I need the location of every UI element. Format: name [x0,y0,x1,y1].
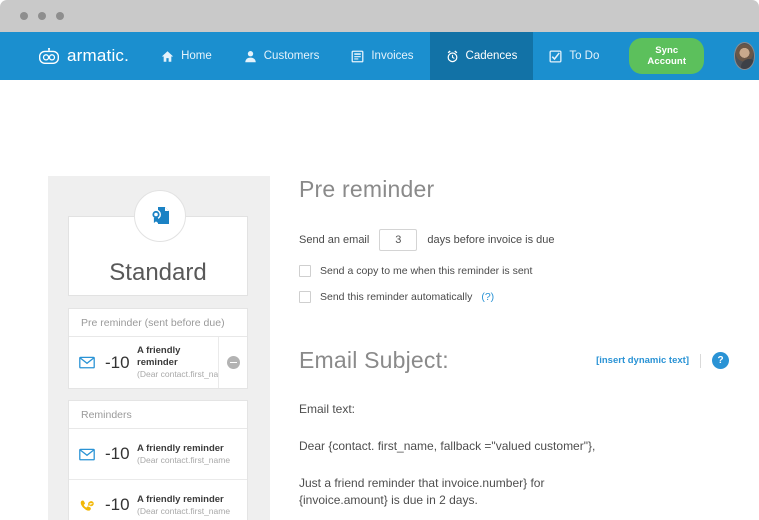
plan-badge [134,190,186,242]
row-title: A friendly reminder [137,442,224,454]
user-menu[interactable]: Max Golovnia [718,32,759,80]
person-icon [245,50,256,62]
send-auto-checkbox[interactable] [299,291,311,303]
nav-label-home: Home [181,50,212,62]
window-titlebar [0,0,759,32]
row-icon-wrap [69,448,105,461]
group-pre-reminder: Pre reminder (sent before due) -10 A fri… [68,308,248,389]
email-paragraph: Just a friend reminder that invoice.numb… [299,476,545,507]
list-item[interactable]: -10 A friendly reminder (Dear contact.fi… [69,480,247,520]
avatar [734,42,756,70]
tools-divider [700,353,701,368]
row-icon-wrap [69,499,105,512]
window-minimize-dot[interactable] [38,12,46,20]
send-copy-checkbox[interactable] [299,265,311,277]
row-text: A friendly reminder (Dear contact.first_… [137,443,247,466]
row-subtitle: (Dear contact.first_name [137,454,231,465]
remove-reminder-button[interactable] [218,337,247,388]
row-icon-wrap [69,356,105,369]
row-title: A friendly reminder [137,345,181,368]
alarm-clock-icon [447,50,457,62]
detail-panel: Pre reminder Send an email days before i… [299,176,729,520]
row-days: -10 [105,444,130,463]
sync-account-button[interactable]: Sync Account [629,38,705,74]
plan-name: Standard [109,259,207,286]
email-body[interactable]: Email text: Dear {contact. first_name, f… [299,401,729,520]
insert-dynamic-text-link[interactable]: [insert dynamic text] [596,355,689,366]
nav-label-customers: Customers [263,50,320,62]
invoice-icon [351,50,364,62]
email-subject-header: Email Subject: [insert dynamic text] ? [299,347,729,374]
help-icon[interactable]: ? [712,352,729,369]
group-header-pre-reminder: Pre reminder (sent before due) [69,309,247,337]
brand-name: armatic. [67,46,130,65]
email-subject-title: Email Subject: [299,347,449,373]
send-copy-row[interactable]: Send a copy to me when this reminder is … [299,265,729,277]
email-paragraph: Dear {contact. first_name, fallback ="va… [299,439,596,453]
send-prefix-label: Send an email [299,234,370,246]
row-days: -10 [105,352,130,372]
page-title: Pre reminder [299,176,435,202]
row-title: A friendly reminder [137,493,224,505]
checkbox-task-icon [549,49,562,63]
minus-circle-icon [226,356,240,369]
window-maximize-dot[interactable] [56,12,64,20]
send-email-setting: Send an email days before invoice is due [299,229,729,251]
subject-tools: [insert dynamic text] ? [596,352,729,369]
days-before-input[interactable] [379,229,418,251]
list-item[interactable]: -10 A friendly reminder (Dear contact.fi… [69,337,247,388]
list-item[interactable]: -10 A friendly reminder (Dear contact.fi… [69,429,247,480]
email-text-label: Email text: [299,402,356,416]
nav-item-invoices[interactable]: Invoices [335,32,429,80]
main-navbar: armatic. Home Customers Invoices Cadence… [0,32,759,80]
row-days: -10 [105,495,130,514]
window-controls [20,12,64,20]
app-root: armatic. Home Customers Invoices Cadence… [0,0,759,520]
nav-item-todo[interactable]: To Do [533,32,615,80]
brand-logo-link[interactable]: armatic. [0,32,145,80]
page-content: Standard Pre reminder (sent before due) [0,80,759,520]
group-reminders: Reminders -10 A friendly reminder (Dear … [68,400,248,520]
send-auto-label: Send this reminder automatically [320,291,473,303]
window-close-dot[interactable] [20,12,28,20]
nav-item-home[interactable]: Home [145,32,228,80]
home-icon [161,50,174,62]
send-auto-row[interactable]: Send this reminder automatically (?) [299,291,729,303]
row-text: A friendly reminder (Dear contact.first_… [137,494,247,517]
email-envelope-icon [79,448,95,460]
nav-label-invoices: Invoices [371,50,414,62]
row-text: A friendly reminder (Dear contact.first_… [137,345,218,380]
send-suffix-label: days before invoice is due [427,234,555,246]
robot-logo-icon [39,47,59,64]
nav-label-cadences: Cadences [465,50,518,62]
group-header-reminders: Reminders [69,401,247,429]
sync-account-wrap: Sync Account [615,32,718,80]
nav-item-customers[interactable]: Customers [228,32,336,80]
send-copy-label: Send a copy to me when this reminder is … [320,265,533,277]
row-subtitle: (Dear contact.first_name [137,505,231,516]
certificate-document-icon [151,207,169,224]
email-envelope-icon [79,356,95,369]
nav-label-todo: To Do [569,50,600,62]
nav-item-cadences[interactable]: Cadences [429,32,534,80]
phone-call-icon [80,499,94,511]
auto-help-link[interactable]: (?) [481,291,494,303]
row-subtitle: (Dear contact.first_name [137,369,218,379]
